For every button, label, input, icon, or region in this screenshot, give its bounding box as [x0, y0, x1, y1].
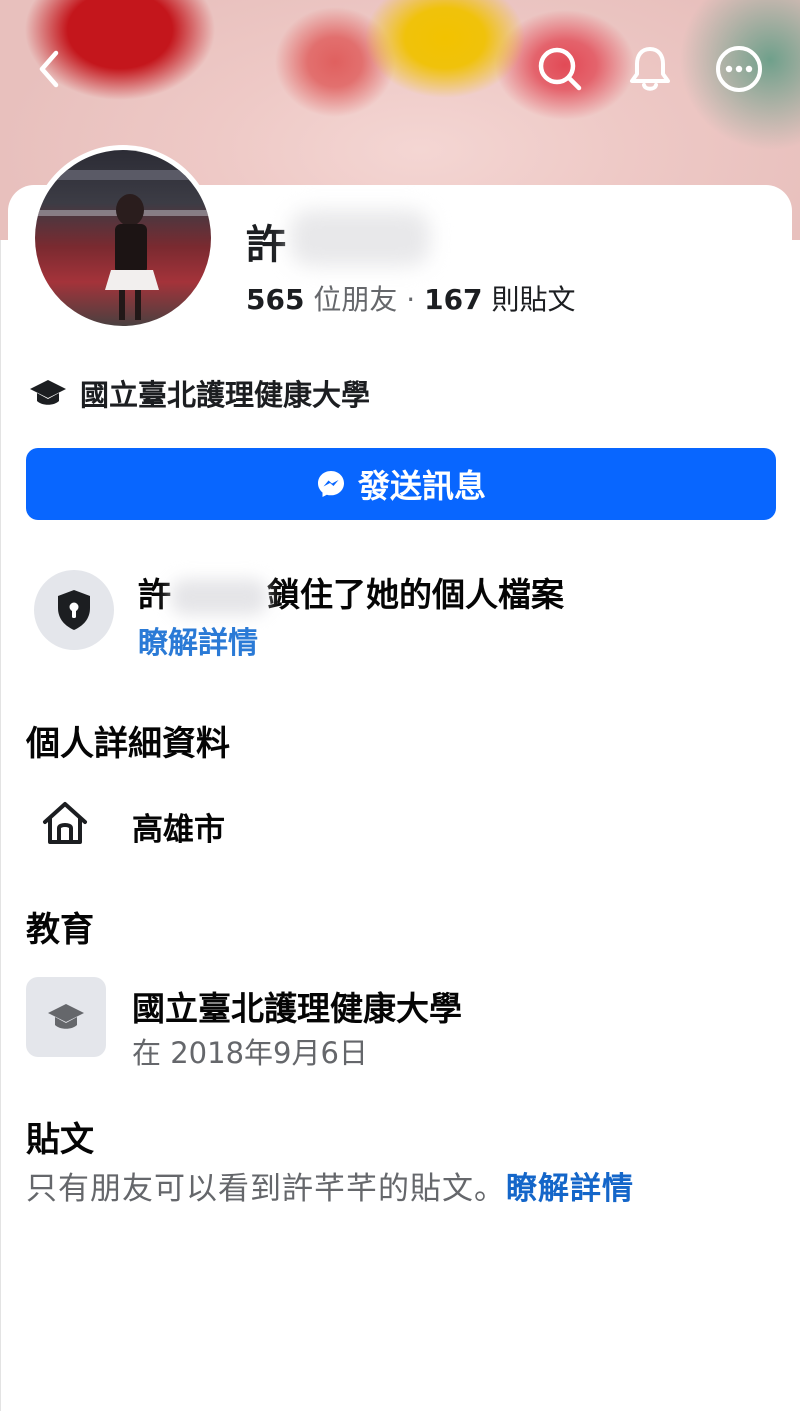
profile-sheet: [8, 185, 792, 1425]
locked-name-prefix: 許: [138, 575, 171, 614]
posts-note-text: 只有朋友可以看到許芊芊的貼文。: [26, 1171, 506, 1207]
city-text: 高雄市: [132, 812, 225, 848]
left-edge: [0, 240, 1, 1411]
posts-label: 則貼文: [491, 283, 576, 316]
locked-message: 鎖住了她的個人檔案: [267, 575, 564, 614]
avatar-photo: [35, 150, 211, 326]
profile-school-row[interactable]: 國立臺北護理健康大學: [28, 372, 370, 414]
profile-name: 許: [246, 222, 288, 268]
shield-lock-icon: [58, 590, 90, 630]
locked-name-redaction: [171, 578, 267, 615]
back-button[interactable]: [24, 44, 74, 94]
friends-count: 565: [246, 283, 305, 316]
posts-privacy-note: 只有朋友可以看到許芊芊的貼文。瞭解詳情: [26, 1163, 634, 1208]
education-icon-wrap: [26, 977, 106, 1057]
send-message-button[interactable]: 發送訊息: [26, 448, 776, 520]
friends-label: 位朋友: [313, 283, 398, 316]
locked-learn-more-link[interactable]: 瞭解詳情: [138, 618, 258, 662]
home-icon: [43, 802, 87, 844]
graduation-cap-icon: [30, 380, 66, 405]
bell-icon: [630, 47, 670, 91]
send-message-label: 發送訊息: [357, 467, 486, 505]
education-heading: 教育: [26, 910, 94, 950]
posts-learn-more-link[interactable]: 瞭解詳情: [506, 1171, 634, 1207]
locked-profile-title: 許 鎖住了她的個人檔案: [138, 568, 564, 616]
search-icon: [538, 47, 582, 91]
profile-school: 國立臺北護理健康大學: [80, 378, 371, 412]
name-redaction: [290, 210, 430, 266]
more-icon: [716, 46, 762, 92]
messenger-icon: [317, 471, 344, 497]
avatar-figure: [35, 170, 211, 320]
avatar[interactable]: [30, 145, 216, 331]
education-school[interactable]: 國立臺北護理健康大學: [132, 982, 462, 1030]
posts-count: 167: [424, 283, 483, 316]
graduation-cap-icon: [48, 1004, 84, 1029]
stats-separator: ·: [406, 283, 416, 316]
more-button[interactable]: [714, 44, 764, 94]
chevron-left-icon: [39, 50, 59, 88]
search-button[interactable]: [535, 44, 585, 94]
locked-profile-icon-wrap: [34, 570, 114, 650]
profile-stats[interactable]: 565 位朋友 · 167 則貼文: [246, 278, 575, 318]
posts-heading: 貼文: [26, 1120, 94, 1160]
details-heading: 個人詳細資料: [26, 724, 230, 764]
home-icon-wrap: [40, 800, 90, 850]
notifications-button[interactable]: [625, 44, 675, 94]
education-date: 在 2018年9月6日: [132, 1036, 368, 1070]
